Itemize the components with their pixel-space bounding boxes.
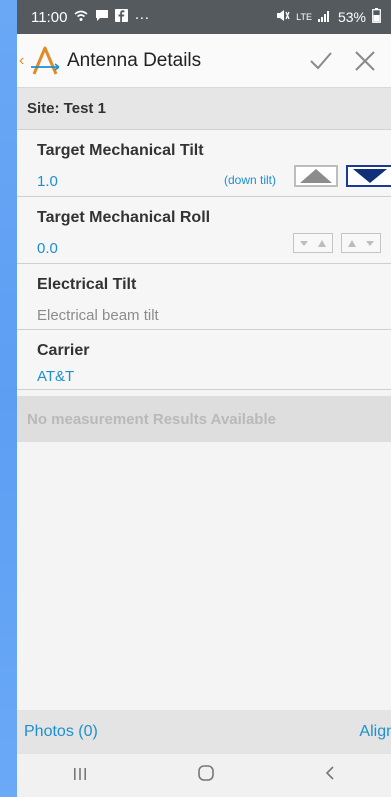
close-button[interactable] (343, 34, 387, 88)
mechanical-roll-field[interactable]: Target Mechanical Roll 0.0 (17, 197, 391, 264)
back-icon[interactable] (324, 765, 336, 786)
down-tilt-hint: (down tilt) (224, 173, 277, 187)
status-time: 11:00 (31, 8, 68, 26)
mechanical-tilt-value[interactable]: 1.0 (37, 173, 58, 190)
triangle-down-icon (353, 169, 387, 183)
status-bar: 11:00 ··· LTE 53% (17, 0, 391, 34)
more-notifications: ··· (134, 8, 150, 26)
tilt-up-button[interactable] (294, 165, 338, 187)
bottom-action-bar: Photos (0) Align (17, 710, 391, 754)
measurements-empty-state: No measurement Results Available (17, 396, 391, 442)
battery-icon (372, 8, 381, 26)
carrier-field[interactable]: Carrier AT&T (17, 330, 391, 390)
site-label: Site: Test 1 (27, 100, 106, 117)
electrical-tilt-field[interactable]: Electrical Tilt Electrical beam tilt (17, 264, 391, 330)
mechanical-tilt-label: Target Mechanical Tilt (37, 142, 204, 159)
mute-icon (276, 9, 290, 25)
signal-icon (317, 9, 332, 25)
recents-icon[interactable] (72, 765, 88, 786)
electrical-tilt-placeholder[interactable]: Electrical beam tilt (37, 307, 159, 324)
home-icon[interactable] (197, 765, 215, 786)
checkmark-icon (310, 51, 332, 69)
carrier-value[interactable]: AT&T (37, 368, 74, 385)
tilt-down-button[interactable] (346, 165, 391, 187)
message-icon (95, 9, 109, 25)
app-bar: ‹ Antenna Details (17, 34, 391, 88)
app-logo-icon[interactable] (31, 46, 61, 76)
electrical-tilt-label: Electrical Tilt (37, 276, 137, 293)
wifi-call-icon (73, 9, 89, 26)
roll-right-icon (348, 240, 374, 247)
empty-measurements-text: No measurement Results Available (27, 410, 276, 428)
battery-percent: 53% (337, 9, 366, 25)
carrier-label: Carrier (37, 342, 90, 359)
close-icon (355, 50, 375, 71)
facebook-icon (115, 9, 129, 25)
site-header: Site: Test 1 (17, 88, 391, 130)
align-button[interactable]: Align (359, 723, 391, 741)
triangle-up-icon (300, 169, 332, 183)
mechanical-roll-label: Target Mechanical Roll (37, 209, 211, 226)
phone-screen: 11:00 ··· LTE 53% ‹ Antenna Details Site… (17, 0, 391, 797)
mechanical-roll-value[interactable]: 0.0 (37, 240, 58, 257)
back-chevron-icon[interactable]: ‹ (19, 52, 29, 70)
page-title: Antenna Details (67, 49, 202, 71)
roll-left-button[interactable] (293, 233, 333, 253)
roll-right-button[interactable] (341, 233, 381, 253)
system-nav-bar (17, 754, 391, 797)
roll-left-icon (300, 240, 326, 247)
confirm-button[interactable] (299, 34, 343, 88)
mechanical-tilt-field[interactable]: Target Mechanical Tilt 1.0 (down tilt) (17, 130, 391, 197)
network-type: LTE (296, 11, 312, 22)
photos-button[interactable]: Photos (0) (24, 723, 98, 741)
